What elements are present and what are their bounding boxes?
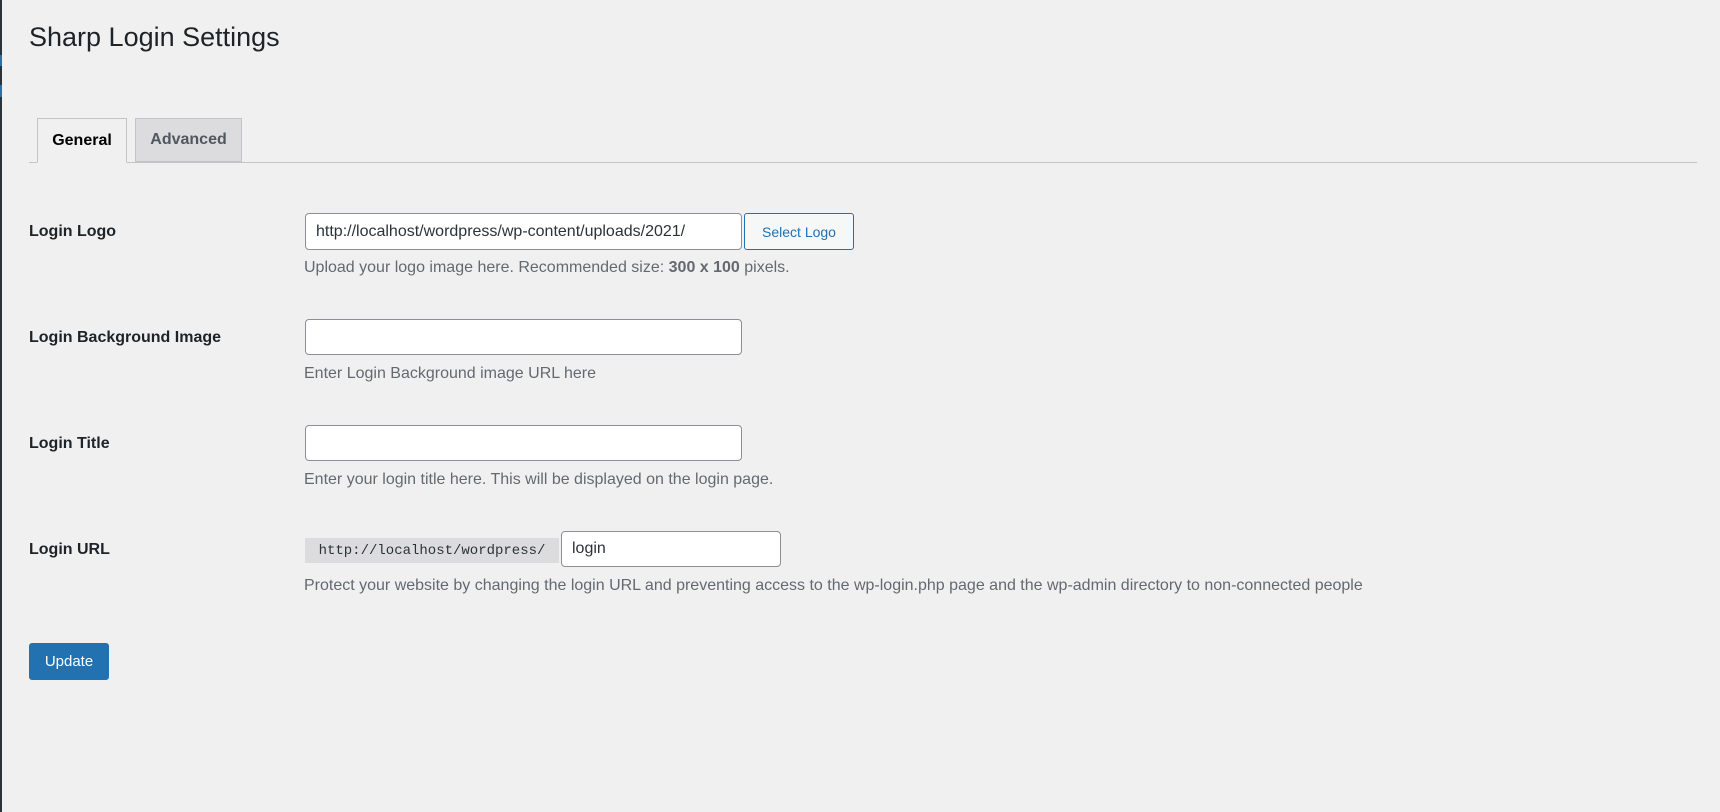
sidebar-active-marker — [0, 55, 2, 66]
desc-text: pixels. — [739, 259, 790, 276]
update-button[interactable]: Update — [29, 643, 109, 680]
tab-general[interactable]: General — [37, 118, 127, 163]
desc-text: Upload your logo image here. Recommended… — [304, 259, 669, 276]
sidebar-active-marker — [0, 85, 2, 97]
page-title: Sharp Login Settings — [29, 22, 280, 52]
tab-advanced[interactable]: Advanced — [135, 118, 242, 162]
login-logo-label: Login Logo — [29, 223, 117, 240]
login-url-label: Login URL — [29, 541, 110, 558]
tab-divider — [29, 162, 1697, 163]
login-background-input[interactable] — [305, 319, 742, 355]
recommended-size: 300 x 100 — [668, 259, 740, 276]
select-logo-button[interactable]: Select Logo — [744, 213, 854, 250]
admin-sidebar-edge — [0, 0, 2, 812]
login-title-input[interactable] — [305, 425, 742, 461]
login-logo-input[interactable] — [305, 213, 742, 250]
login-url-prefix: http://localhost/wordpress/ — [305, 538, 559, 563]
login-url-input[interactable] — [561, 531, 781, 567]
login-url-description: Protect your website by changing the log… — [304, 577, 1363, 594]
login-background-label: Login Background Image — [29, 329, 222, 346]
login-background-description: Enter Login Background image URL here — [304, 365, 597, 382]
login-logo-description: Upload your logo image here. Recommended… — [304, 259, 790, 277]
login-title-description: Enter your login title here. This will b… — [304, 471, 774, 488]
login-title-label: Login Title — [29, 435, 110, 452]
